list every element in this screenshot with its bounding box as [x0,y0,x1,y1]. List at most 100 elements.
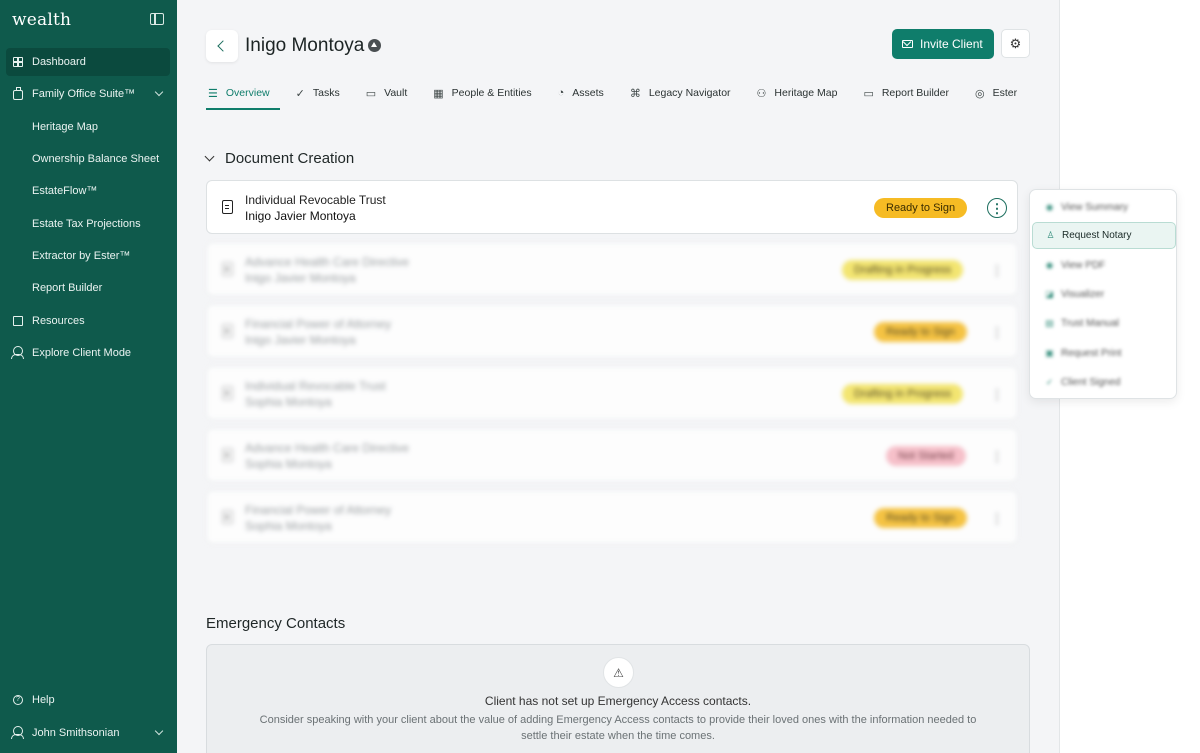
tab-heritage-map[interactable]: ⚇ Heritage Map [755,78,840,108]
mail-icon [902,40,913,48]
document-title: Financial Power of Attorney [245,503,392,517]
tab-label: Ester [992,87,1018,99]
sidebar-collapse-icon[interactable] [150,13,164,25]
menu-item-label: View PDF [1061,260,1106,271]
user-name: John Smithsonian [32,727,120,739]
menu-item-label: View Summary [1061,202,1129,213]
document-row[interactable]: Individual Revocable Trust Inigo Javier … [206,180,1018,234]
list-icon: ☰ [208,87,218,100]
menu-item-trust-manual[interactable]: ▤ Trust Manual [1032,310,1176,337]
document-actions-menu: ◉ View Summary ♙ Request Notary ◉ View PDF … [1029,189,1177,399]
status-badge: Ready to Sign [874,198,968,218]
document-icon: ▤ [1045,318,1054,328]
menu-item-request-print[interactable]: ▣ Request Print [1032,340,1176,367]
tab-tasks[interactable]: ✓ Tasks [294,78,342,108]
document-row[interactable]: Advance Health Care Directive Inigo Javi… [206,242,1018,296]
check-icon: ✓ [1045,377,1054,387]
folder-icon: ▭ [365,87,377,100]
status-badge: Not Started [886,446,966,466]
document-row[interactable]: Financial Power of Attorney Sophia Monto… [206,490,1018,544]
document-icon [222,510,233,524]
tab-people-entities[interactable]: ▦ People & Entities [431,78,533,108]
sidebar-item-label: Explore Client Mode [32,347,132,359]
sidebar-item-label: Help [32,694,55,706]
sidebar-item-family-office-suite[interactable]: Family Office Suite™ [6,80,170,108]
sidebar-item-estateflow[interactable]: EstateFlow™ [6,177,170,205]
tab-label: Vault [384,87,408,99]
sidebar-item-ownership-balance-sheet[interactable]: Ownership Balance Sheet [6,145,170,173]
emergency-contacts-empty-state: ⚠ Client has not set up Emergency Access… [206,644,1030,753]
brand-logo[interactable]: wealth [12,10,71,30]
menu-item-view-summary[interactable]: ◉ View Summary [1032,194,1176,221]
sidebar-item-label: Report Builder [32,282,103,294]
document-row[interactable]: Advance Health Care Directive Sophia Mon… [206,428,1018,482]
document-owner: Inigo Javier Montoya [245,333,356,347]
document-owner: Inigo Javier Montoya [245,271,356,285]
tab-overview[interactable]: ☰ Overview [206,78,280,110]
user-icon [11,726,24,739]
document-creation-toggle[interactable]: Document Creation [204,150,354,167]
sidebar-item-label: Dashboard [32,56,86,68]
document-icon [222,200,233,214]
document-icon [222,262,233,276]
more-options-button[interactable]: ⋮ [987,260,1007,280]
document-row[interactable]: Individual Revocable Trust Sophia Montoy… [206,366,1018,420]
sidebar-item-label: Estate Tax Projections [32,218,141,230]
settings-button[interactable]: ⚙ [1001,29,1030,58]
tab-vault[interactable]: ▭ Vault [364,78,410,108]
sidebar-item-resources[interactable]: Resources [6,307,170,335]
status-badge: Ready to Sign [874,322,968,342]
tab-label: Heritage Map [774,87,838,99]
chevron-down-icon [204,151,215,162]
tab-label: Report Builder [881,87,949,99]
invite-client-label: Invite Client [920,37,983,51]
gear-icon: ⚙ [1009,35,1022,51]
briefcase-icon [13,87,23,100]
status-badge: Ready to Sign [874,508,968,528]
sidebar-item-heritage-map[interactable]: Heritage Map [6,113,170,141]
sidebar-item-report-builder[interactable]: Report Builder [6,274,170,302]
sidebar-item-help[interactable]: ? Help [6,686,170,714]
empty-state-title: Client has not set up Emergency Access c… [484,694,752,708]
document-title: Financial Power of Attorney [245,317,392,331]
document-title: Advance Health Care Directive [245,255,410,269]
invite-client-button[interactable]: Invite Client [892,29,994,59]
menu-item-label: Client Signed [1061,377,1121,388]
document-icon [222,386,233,400]
tab-label: Tasks [312,87,340,99]
back-button[interactable] [206,30,238,62]
tab-report-builder[interactable]: ▭ Report Builder [861,78,951,108]
presentation-icon: ▭ [863,87,874,100]
tab-bar: ☰ Overview ✓ Tasks ▭ Vault ▦ People & Entiti… [206,78,1041,110]
tab-label: People & Entities [451,87,532,99]
sidebar-item-dashboard[interactable]: Dashboard [6,48,170,76]
more-options-button[interactable]: ⋮ [987,322,1007,342]
help-icon: ? [13,695,23,705]
user-menu[interactable]: John Smithsonian [6,719,170,747]
tab-assets[interactable]: ◔ Assets [556,78,606,108]
stamp-icon: ♙ [1046,230,1055,240]
client-dropdown-icon[interactable] [368,39,381,52]
menu-item-client-signed[interactable]: ✓ Client Signed [1032,369,1176,396]
more-options-button[interactable]: ⋮ [987,384,1007,404]
sidebar-item-explore-client-mode[interactable]: Explore Client Mode [6,339,170,367]
tab-legacy-navigator[interactable]: ⌘ Legacy Navigator [628,78,733,108]
more-options-button[interactable]: ⋮ [987,446,1007,466]
menu-item-request-notary[interactable]: ♙ Request Notary [1032,222,1176,249]
empty-state-body: Consider speaking with your client about… [259,714,977,742]
tab-label: Legacy Navigator [648,87,731,99]
sidebar-item-label: EstateFlow™ [32,185,98,197]
menu-item-view-pdf[interactable]: ◉ View PDF [1032,252,1176,279]
more-options-button[interactable]: ⋮ [987,198,1007,218]
document-owner: Sophia Montoya [245,457,332,471]
more-options-button[interactable]: ⋮ [987,508,1007,528]
sidebar-item-extractor[interactable]: Extractor by Ester™ [6,242,170,270]
document-icon [222,448,233,462]
sidebar-item-estate-tax-projections[interactable]: Estate Tax Projections [6,210,170,238]
grid-icon [13,57,23,67]
menu-item-visualizer[interactable]: ◪ Visualizer [1032,281,1176,308]
document-title: Individual Revocable Trust [245,379,386,393]
document-row[interactable]: Financial Power of Attorney Inigo Javier… [206,304,1018,358]
chevron-down-icon [154,87,164,97]
tab-ester[interactable]: ◎ Ester [973,78,1019,108]
